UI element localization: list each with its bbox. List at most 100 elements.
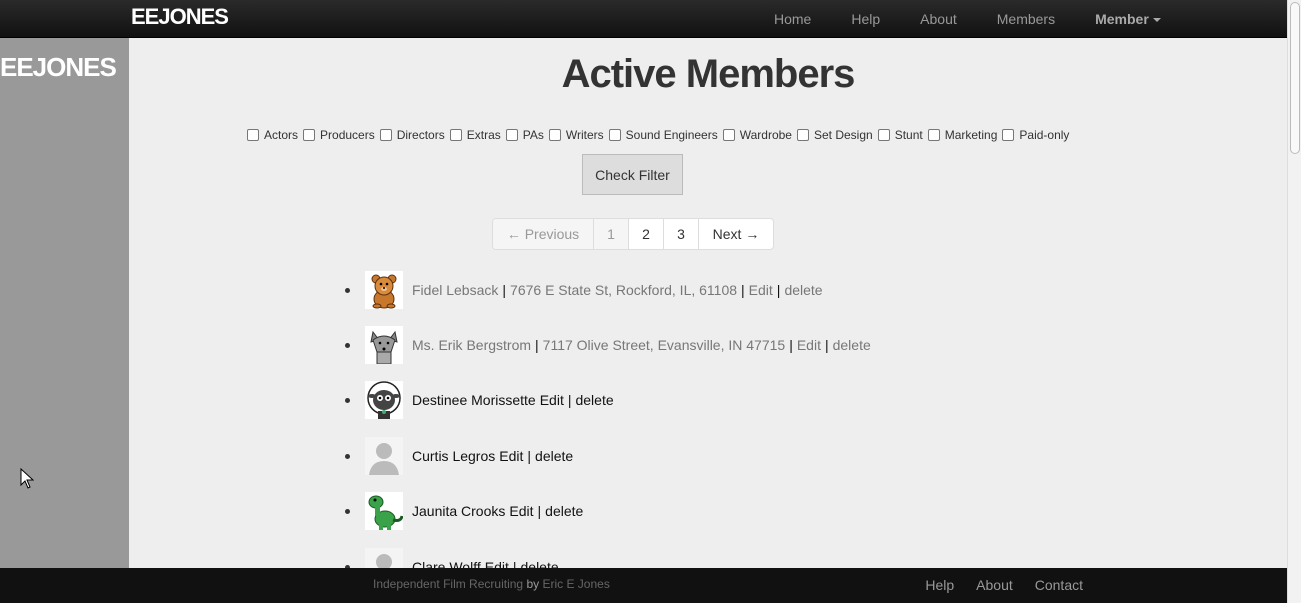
filter-wardrobe[interactable]: Wardrobe	[722, 128, 792, 142]
dinosaur-icon[interactable]	[365, 492, 403, 530]
checkbox[interactable]	[1002, 129, 1015, 141]
delete-link[interactable]: delete	[784, 282, 822, 298]
wolf-icon[interactable]	[365, 326, 403, 364]
filter-paid-only[interactable]: Paid-only	[1002, 128, 1069, 142]
filter-label: PAs	[522, 128, 544, 142]
filter-sound-engineers[interactable]: Sound Engineers	[608, 128, 718, 142]
delete-link[interactable]: delete	[545, 503, 583, 519]
filter-label: Marketing	[944, 128, 998, 142]
footer-about[interactable]: About	[976, 577, 1013, 593]
checkbox[interactable]	[927, 129, 940, 141]
footer-credit: Independent Film Recruiting by Eric E Jo…	[373, 577, 610, 591]
pagination-next[interactable]: Next →	[699, 219, 773, 249]
main-nav: Home Help About Members Member	[774, 0, 1161, 38]
filter-pas[interactable]: PAs	[505, 128, 544, 142]
filter-label: Actors	[264, 128, 299, 142]
mouse-cursor-icon	[20, 468, 34, 489]
footer-tagline: Independent Film Recruiting	[373, 577, 524, 591]
pagination-previous[interactable]: ← Previous	[493, 219, 594, 249]
page-title: Active Members	[561, 52, 856, 96]
top-navbar: EEJONES Home Help About Members Member	[0, 0, 1287, 38]
filter-set-design[interactable]: Set Design	[796, 128, 873, 142]
checkbox[interactable]	[796, 129, 809, 141]
nav-members[interactable]: Members	[997, 11, 1055, 27]
edit-link[interactable]: Edit	[749, 282, 773, 298]
separator: |	[502, 282, 507, 298]
member-dropdown-label: Member	[1095, 11, 1149, 27]
bullet	[345, 397, 350, 403]
footer: Independent Film Recruiting by Eric E Jo…	[0, 568, 1287, 603]
filter-label: Extras	[466, 128, 501, 142]
checkbox[interactable]	[608, 129, 621, 141]
footer-nav: Help About Contact	[903, 577, 1083, 593]
checkbox[interactable]	[303, 129, 316, 141]
nav-home[interactable]: Home	[774, 11, 811, 27]
footer-contact[interactable]: Contact	[1035, 577, 1083, 593]
checkbox[interactable]	[877, 129, 890, 141]
list-item: Fidel Lebsack | 7676 E State St, Rockfor…	[345, 270, 823, 310]
checkbox[interactable]	[247, 129, 259, 141]
filter-label: Writers	[565, 128, 604, 142]
filter-label: Paid-only	[1019, 128, 1070, 142]
filter-marketing[interactable]: Marketing	[927, 128, 998, 142]
sidebar-title: EEJONES	[0, 52, 117, 82]
filter-writers[interactable]: Writers	[548, 128, 604, 142]
footer-author: Eric E Jones	[542, 577, 610, 591]
member-dropdown[interactable]: Member	[1095, 11, 1161, 27]
separator: |	[789, 337, 793, 353]
delete-link[interactable]: delete	[575, 392, 613, 408]
member-name[interactable]: Destinee Morissette	[412, 392, 536, 408]
caret-down-icon	[1152, 18, 1161, 23]
separator: |	[776, 282, 781, 298]
checkbox[interactable]	[548, 129, 561, 141]
bear-icon[interactable]	[365, 271, 403, 309]
member-address: 7676 E State St, Rockford, IL, 61108	[510, 282, 738, 298]
member-name[interactable]: Jaunita Crooks	[412, 503, 505, 519]
sheep-icon[interactable]	[365, 381, 403, 419]
pagination-page-2[interactable]: 2	[629, 219, 664, 249]
footer-help[interactable]: Help	[925, 577, 954, 593]
checkbox[interactable]	[449, 129, 462, 141]
bullet	[345, 342, 350, 348]
nav-help[interactable]: Help	[851, 11, 880, 27]
edit-link[interactable]: Edit	[509, 503, 533, 519]
member-address: 7117 Olive Street, Evansville, IN 47715	[542, 337, 786, 353]
checkbox[interactable]	[722, 129, 735, 141]
list-item: Destinee Morissette Edit | delete	[345, 380, 614, 420]
checkbox[interactable]	[379, 129, 392, 141]
vertical-scrollbar[interactable]	[1287, 0, 1301, 603]
separator: |	[824, 337, 829, 353]
filter-directors[interactable]: Directors	[379, 128, 445, 142]
separator: |	[535, 337, 539, 353]
filter-actors[interactable]: Actors	[247, 128, 298, 142]
separator: |	[527, 448, 532, 464]
edit-link[interactable]: Edit	[797, 337, 821, 353]
filter-extras[interactable]: Extras	[449, 128, 501, 142]
delete-link[interactable]: delete	[535, 448, 573, 464]
list-item: Jaunita Crooks Edit | delete	[345, 491, 583, 531]
member-name[interactable]: Fidel Lebsack	[412, 282, 498, 298]
separator: |	[567, 392, 572, 408]
check-filter-button[interactable]: Check Filter	[582, 154, 683, 195]
brand-logo[interactable]: EEJONES	[131, 4, 229, 30]
filter-stunt[interactable]: Stunt	[877, 128, 923, 142]
filter-producers[interactable]: Producers	[303, 128, 375, 142]
bullet	[345, 508, 350, 514]
pagination-page-3[interactable]: 3	[664, 219, 699, 249]
scroll-thumb[interactable]	[1290, 2, 1300, 154]
checkbox[interactable]	[505, 129, 518, 141]
member-name[interactable]: Ms. Erik Bergstrom	[412, 337, 531, 353]
member-name[interactable]: Curtis Legros	[412, 448, 495, 464]
list-item: Curtis Legros Edit | delete	[345, 436, 573, 476]
bullet	[345, 287, 350, 293]
edit-link[interactable]: Edit	[499, 448, 523, 464]
filter-label: Set Design	[813, 128, 873, 142]
pagination-page-1[interactable]: 1	[594, 219, 629, 249]
filter-label: Stunt	[894, 128, 923, 142]
default-avatar-icon[interactable]	[365, 437, 403, 475]
nav-about[interactable]: About	[920, 11, 957, 27]
filter-label: Wardrobe	[739, 128, 792, 142]
edit-link[interactable]: Edit	[540, 392, 564, 408]
list-item: Ms. Erik Bergstrom | 7117 Olive Street, …	[345, 325, 871, 365]
delete-link[interactable]: delete	[833, 337, 871, 353]
